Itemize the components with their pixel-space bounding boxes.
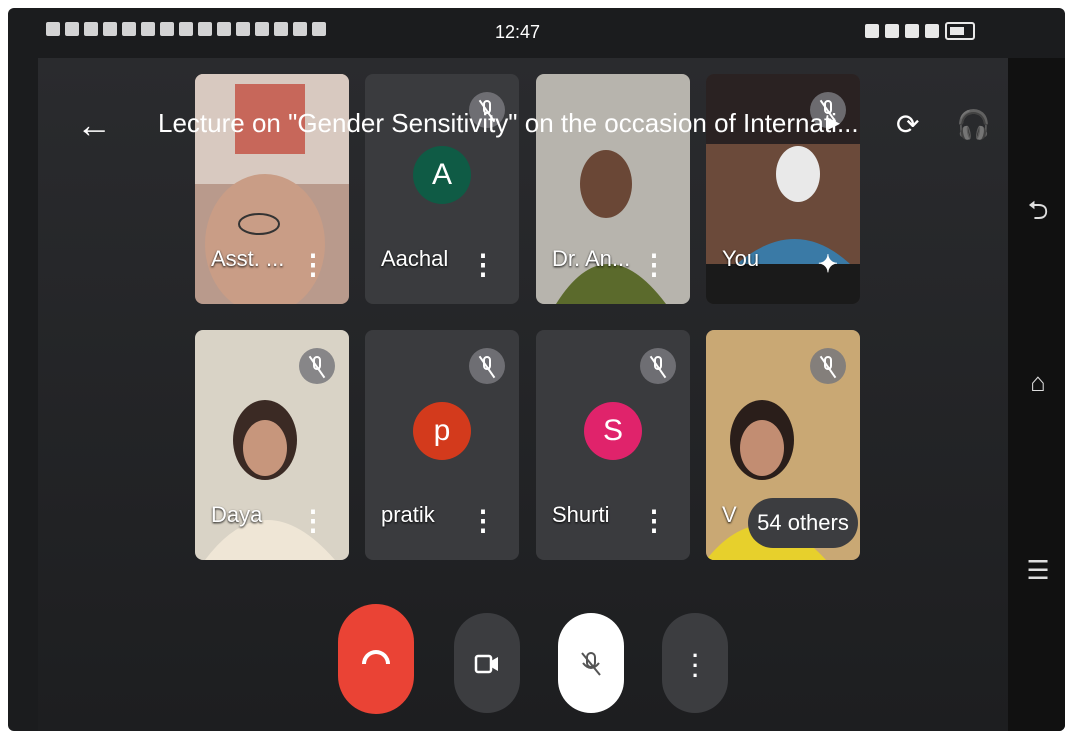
others-count-pill[interactable]: 54 others [748, 498, 858, 548]
status-bar: 12:47 [8, 8, 1065, 58]
nav-menu-icon[interactable]: ☰ [1026, 557, 1050, 583]
participant-name: V [722, 502, 737, 527]
mic-off-icon [640, 348, 676, 384]
status-icons-right [865, 22, 975, 40]
camera-icon [474, 654, 498, 674]
participant-name: pratik [381, 502, 435, 527]
headphones-icon[interactable]: 🎧 [956, 108, 991, 141]
participant-name: Dr. An... [552, 246, 631, 271]
mic-off-icon [581, 652, 601, 676]
more-options-button[interactable]: · · · [662, 613, 728, 713]
status-time: 12:47 [495, 22, 541, 42]
participant-name: Aachal [381, 246, 449, 271]
arrow-left-icon[interactable]: ← [76, 104, 112, 146]
camera-toggle-button[interactable] [454, 613, 520, 713]
headset-status-icon [885, 24, 899, 38]
more-vert-icon[interactable]: ⋮ [640, 507, 668, 535]
meeting-header: ← Lecture on "Gender Sensitivity" on the… [38, 96, 1008, 156]
mic-off-icon [299, 348, 335, 384]
more-vert-icon[interactable]: ⋮ [640, 251, 668, 279]
participant-name: Shurti [552, 502, 610, 527]
leave-call-button[interactable] [338, 604, 414, 714]
chevron-right-icon[interactable]: ▸ [828, 108, 840, 137]
signal-icon [925, 24, 939, 38]
effects-sparkle-icon[interactable]: ✦ [818, 253, 838, 277]
more-vert-icon[interactable]: ⋮ [299, 507, 327, 535]
mic-off-icon [810, 348, 846, 384]
more-vert-icon[interactable]: ⋮ [469, 507, 497, 535]
status-icons-left [46, 22, 326, 36]
bluetooth-icon [865, 24, 879, 38]
more-vert-icon: · · · [692, 643, 700, 688]
avatar: p [413, 402, 471, 460]
phone-hangup-icon [362, 650, 390, 664]
nav-back-icon[interactable]: ⮌ [1026, 197, 1050, 223]
more-vert-icon[interactable]: ⋮ [469, 251, 497, 279]
system-nav-bar: ⮌ ⌂ ☰ [1008, 58, 1065, 731]
battery-icon [945, 22, 975, 40]
participant-tile[interactable]: p pratik ⋮ [365, 330, 519, 560]
meet-screen [38, 58, 1008, 731]
nav-home-icon[interactable]: ⌂ [1026, 369, 1050, 395]
more-vert-icon[interactable]: ⋮ [299, 251, 327, 279]
mic-off-icon [469, 348, 505, 384]
participant-tile[interactable]: S Shurti ⋮ [536, 330, 690, 560]
avatar: S [584, 402, 642, 460]
participant-name: Daya [211, 502, 263, 527]
mic-toggle-button[interactable] [558, 613, 624, 713]
switch-camera-icon[interactable]: ⟳ [896, 108, 919, 141]
participant-tile[interactable]: Daya ⋮ [195, 330, 349, 560]
participant-name: You [722, 246, 760, 271]
phone-frame: 12:47 Asst. ... ⋮ A Aachal ⋮ Dr. An... ⋮… [8, 8, 1065, 731]
alarm-icon [905, 24, 919, 38]
meeting-title[interactable]: Lecture on "Gender Sensitivity" on the o… [158, 108, 858, 139]
participant-name: Asst. ... [211, 246, 285, 271]
